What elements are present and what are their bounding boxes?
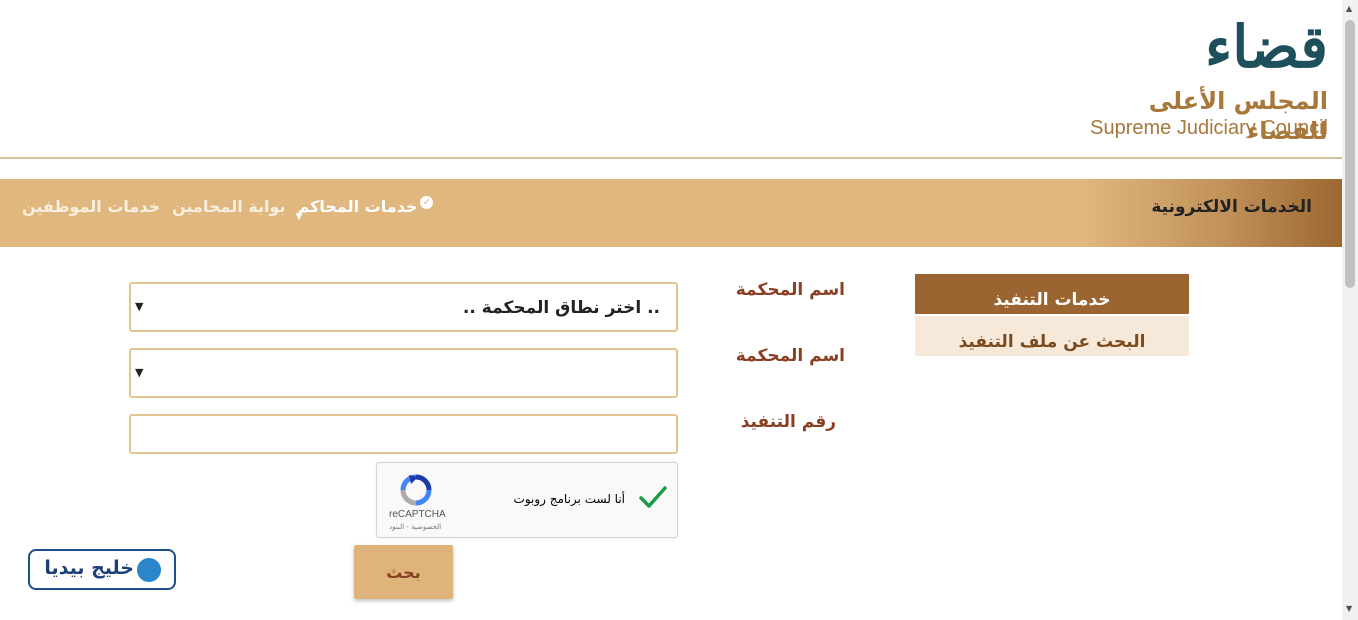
recaptcha-terms-link[interactable]: الخصوصية - البنود: [389, 523, 441, 531]
page-scrollbar[interactable]: ▲ ▼: [1342, 0, 1358, 620]
checkmark-icon[interactable]: [637, 481, 669, 513]
logo-arabic-title: قضاء: [1205, 13, 1328, 81]
side-menu-header: خدمات التنفيذ: [915, 274, 1189, 314]
court-scope-selected-value: .. اختر نطاق المحكمة ..: [462, 298, 660, 318]
logo-english-title: Supreme Judiciary Council: [1090, 117, 1328, 139]
recaptcha-logo-icon: [400, 474, 432, 506]
side-menu: خدمات التنفيذ البحث عن ملف التنفيذ: [915, 274, 1189, 356]
recaptcha-brand: reCAPTCHA: [389, 509, 446, 520]
header-divider: [0, 157, 1342, 159]
scroll-down-arrow-icon[interactable]: ▼: [1346, 604, 1352, 613]
court-name-select[interactable]: ▼: [129, 348, 678, 398]
nav-item-court-services[interactable]: خدمات المحاكم ✓ ▼: [296, 196, 434, 222]
nav-title: الخدمات الالكترونية: [1151, 197, 1312, 217]
recaptcha-widget: أنا لست برنامج روبوت reCAPTCHA الخصوصية …: [376, 462, 678, 538]
search-button[interactable]: بحث: [354, 545, 453, 599]
chevron-down-icon: ▼: [135, 366, 144, 379]
nav-items: خدمات الموظفين بوابة المحامين خدمات المح…: [22, 196, 434, 222]
execution-number-label: رقم التنفيذ: [740, 412, 836, 432]
site-logo[interactable]: قضاء المجلس الأعلى للقضاء Supreme Judici…: [1083, 12, 1328, 145]
check-circle-icon: ✓: [420, 196, 434, 209]
execution-number-field: [129, 414, 678, 454]
nav-item-court-services-label: خدمات المحاكم: [297, 197, 418, 216]
chevron-down-icon: ▼: [295, 212, 303, 222]
chevron-down-icon: ▼: [135, 300, 144, 313]
globe-icon: [137, 558, 161, 582]
court-scope-label: اسم المحكمة: [735, 280, 845, 300]
main-navbar: الخدمات الالكترونية خدمات الموظفين بوابة…: [0, 179, 1342, 247]
court-name-label: اسم المحكمة: [735, 346, 845, 366]
watermark-text: خليج بيديا: [44, 557, 134, 579]
scroll-up-arrow-icon[interactable]: ▲: [1346, 4, 1352, 13]
court-scope-select[interactable]: .. اختر نطاق المحكمة .. ▼: [129, 282, 678, 332]
watermark-logo: خليج بيديا: [28, 549, 176, 590]
side-menu-item-search-execution-file[interactable]: البحث عن ملف التنفيذ: [915, 314, 1189, 356]
nav-item-employee-services[interactable]: خدمات الموظفين: [22, 197, 160, 216]
nav-item-lawyers-portal[interactable]: بوابة المحامين: [172, 197, 285, 216]
execution-number-input[interactable]: [131, 416, 676, 452]
scrollbar-thumb[interactable]: [1345, 20, 1355, 288]
recaptcha-label: أنا لست برنامج روبوت: [513, 492, 625, 506]
